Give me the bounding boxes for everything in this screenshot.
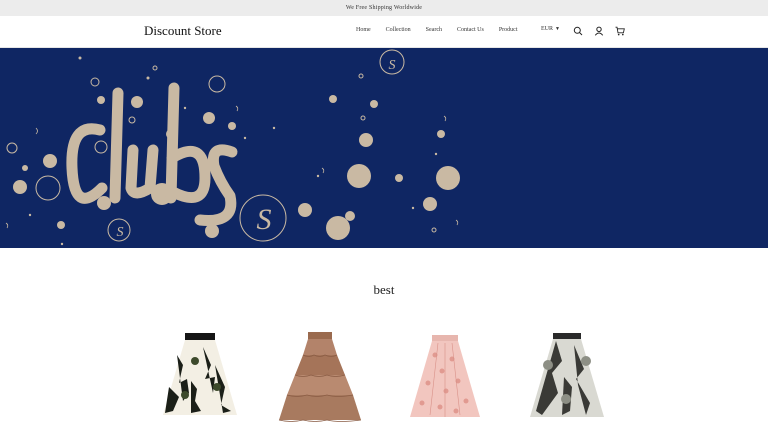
hero-banner[interactable]: S S S <box>0 48 768 248</box>
product-grid <box>0 325 768 432</box>
main-nav: Home Collection Search Contact Us Produc… <box>356 27 533 33</box>
section-title: best <box>373 282 395 297</box>
announcement-text: We Free Shipping Worldwide <box>345 5 423 11</box>
brand-logo[interactable]: Discount Store <box>144 23 222 39</box>
svg-text:S: S <box>389 58 396 73</box>
chevron-down-icon: ▼ <box>555 26 560 32</box>
product-image <box>163 333 237 415</box>
hero-artwork: S S S <box>0 48 768 248</box>
svg-text:S: S <box>117 225 124 240</box>
product-card-pink-embroidered-tulle-skirt[interactable] <box>400 325 490 425</box>
svg-text:S: S <box>257 203 272 236</box>
product-image <box>410 335 480 417</box>
nav-home[interactable]: Home <box>356 27 371 33</box>
product-image <box>530 333 604 417</box>
search-icon[interactable] <box>573 26 583 36</box>
account-icon[interactable] <box>594 26 604 36</box>
currency-selector[interactable]: EUR ▼ <box>541 26 560 32</box>
product-card-black-floral-tulle-skirt[interactable] <box>155 325 245 425</box>
announcement-bar: We Free Shipping Worldwide <box>0 0 768 16</box>
nav-product[interactable]: Product <box>499 27 518 33</box>
nav-collection[interactable]: Collection <box>386 27 411 33</box>
cart-icon[interactable] <box>615 26 625 36</box>
product-card-grey-ink-print-skirt[interactable] <box>522 325 612 425</box>
product-card-brown-tiered-tulle-skirt[interactable] <box>275 325 365 425</box>
nav-contact-us[interactable]: Contact Us <box>457 27 484 33</box>
product-image <box>278 332 362 422</box>
currency-value: EUR <box>541 26 553 32</box>
site-header: Discount Store Home Collection Search Co… <box>0 16 768 48</box>
nav-search[interactable]: Search <box>426 27 442 33</box>
